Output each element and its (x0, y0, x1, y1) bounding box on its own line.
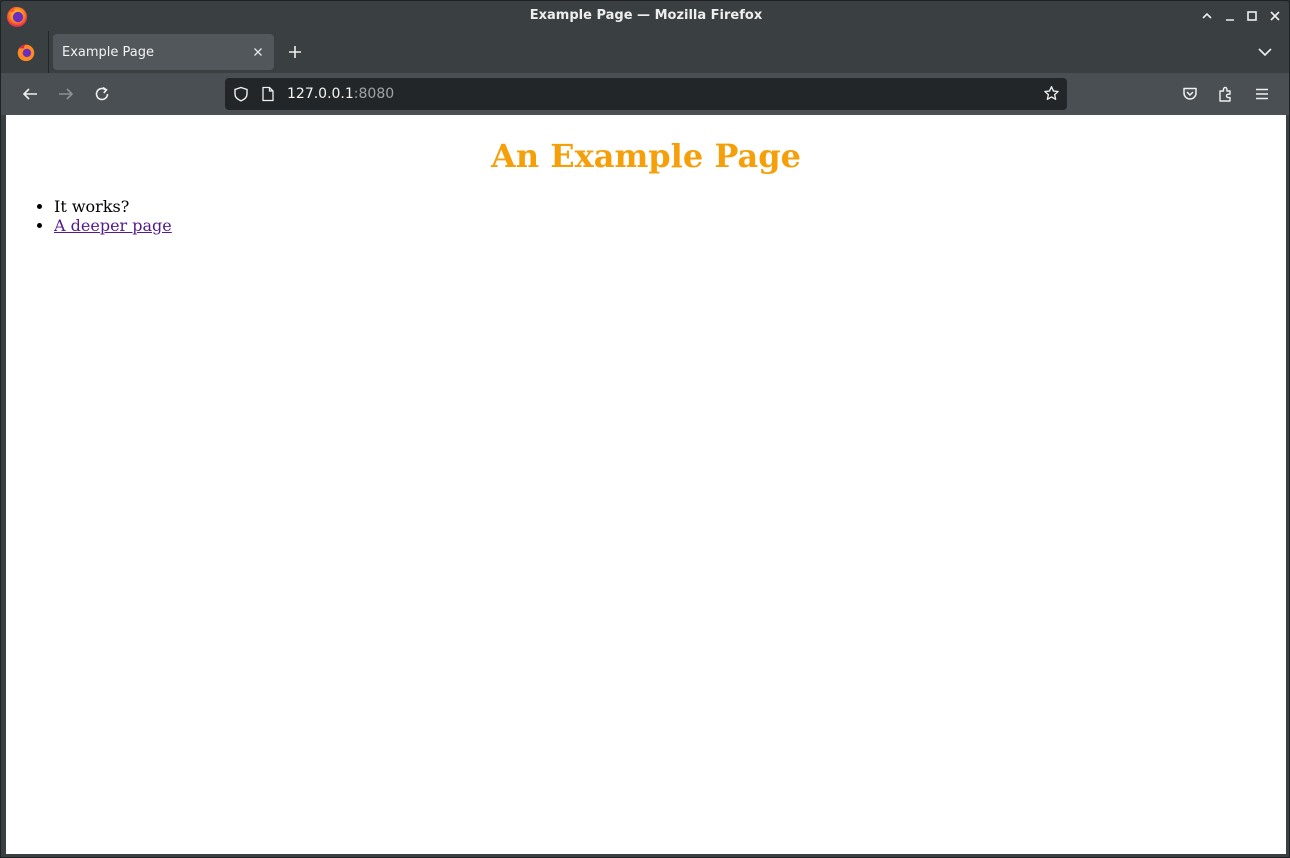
tab-title: Example Page (62, 45, 155, 60)
reload-icon[interactable] (93, 85, 111, 103)
list-item: It works? (54, 197, 172, 216)
chevron-up-icon[interactable] (1198, 7, 1216, 25)
new-tab-plus-icon[interactable] (286, 43, 304, 61)
list-item-text: It works? (54, 197, 130, 216)
item-list: It works? A deeper page (54, 197, 172, 235)
page-content: An Example Page It works? A deeper page (6, 115, 1286, 854)
list-all-tabs-chevron-icon[interactable] (1257, 44, 1273, 60)
minimize-icon[interactable] (1221, 7, 1239, 25)
url-bar[interactable]: 127.0.0.1:8080 (225, 78, 1067, 110)
maximize-icon[interactable] (1243, 7, 1261, 25)
page-heading: An Example Page (491, 137, 801, 175)
tab-separator (48, 31, 49, 73)
page-icon[interactable] (261, 86, 275, 102)
firefox-view-icon[interactable] (15, 41, 37, 63)
title-bar: Example Page — Mozilla Firefox (1, 1, 1289, 31)
bookmark-star-icon[interactable] (1043, 85, 1060, 102)
url-host: 127.0.0.1 (287, 86, 354, 102)
list-item: A deeper page (54, 216, 172, 235)
tab-close-icon[interactable] (252, 46, 264, 58)
forward-arrow-icon[interactable] (57, 85, 75, 103)
back-arrow-icon[interactable] (21, 85, 39, 103)
shield-icon[interactable] (233, 86, 249, 102)
url-text[interactable]: 127.0.0.1:8080 (287, 86, 394, 102)
menu-icon[interactable] (1253, 85, 1271, 103)
close-icon[interactable] (1266, 7, 1284, 25)
deeper-page-link[interactable]: A deeper page (54, 216, 172, 235)
tab-example-page[interactable]: Example Page (53, 34, 274, 70)
pocket-icon[interactable] (1181, 85, 1199, 103)
browser-window: Example Page — Mozilla Firefox Example P… (0, 0, 1290, 858)
navigation-bar: 127.0.0.1:8080 (1, 73, 1289, 115)
extensions-icon[interactable] (1217, 85, 1235, 103)
url-port: :8080 (353, 86, 395, 102)
tab-strip: Example Page (1, 31, 1289, 73)
window-title: Example Page — Mozilla Firefox (529, 8, 763, 23)
